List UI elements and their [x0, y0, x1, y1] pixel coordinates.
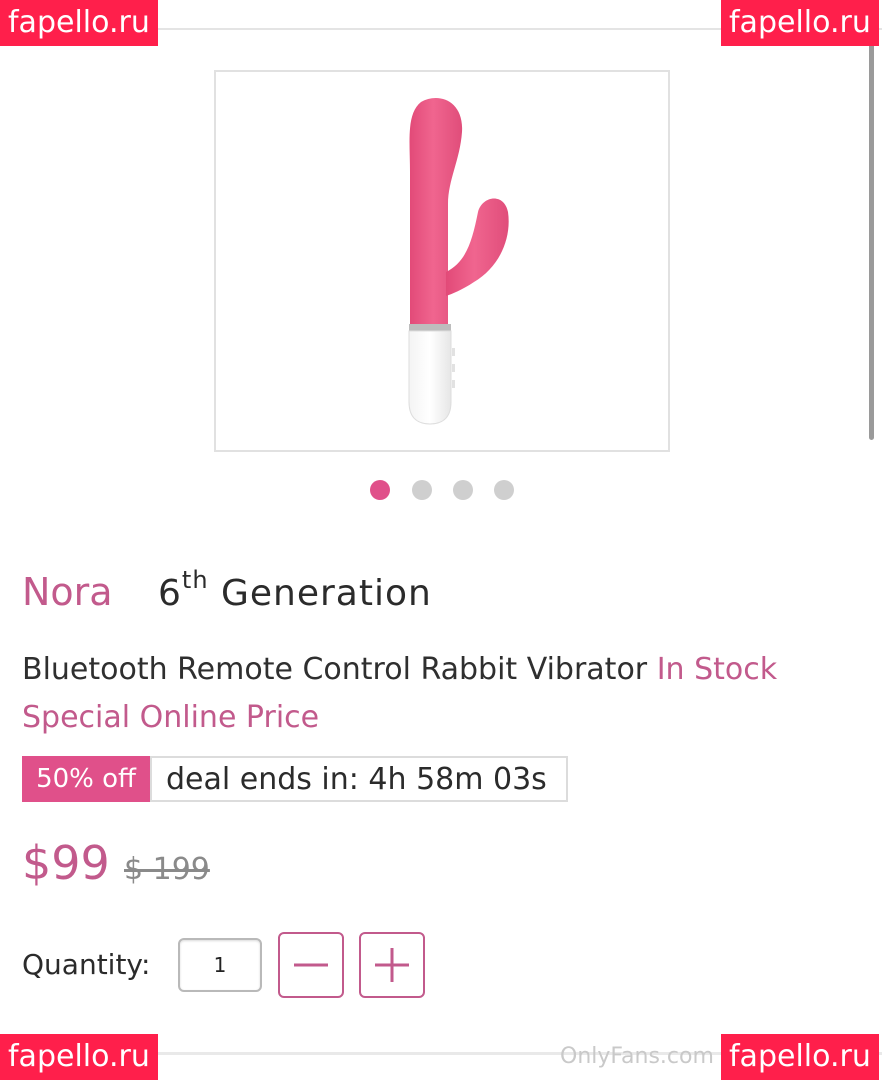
special-price-label: Special Online Price [22, 700, 320, 735]
product-image-frame[interactable] [214, 70, 670, 452]
source-watermark: OnlyFans.com [560, 1044, 714, 1069]
carousel-indicators [370, 480, 520, 502]
quantity-decrement-button[interactable] [278, 932, 344, 998]
plus-icon [375, 948, 409, 982]
current-price: $99 [22, 836, 110, 890]
minus-icon [294, 963, 328, 967]
quantity-increment-button[interactable] [359, 932, 425, 998]
carousel-dot-3[interactable] [453, 480, 473, 500]
quantity-label: Quantity: [22, 948, 151, 981]
product-brand: Nora [22, 570, 113, 614]
page-scrollbar[interactable] [869, 30, 874, 440]
carousel-dot-2[interactable] [412, 480, 432, 500]
generation-word: Generation [220, 573, 432, 614]
product-generation: 6th Generation [158, 566, 432, 614]
stock-status: In Stock [656, 652, 778, 687]
deal-countdown: deal ends in: 4h 58m 03s [150, 756, 568, 802]
carousel-dot-4[interactable] [494, 480, 514, 500]
original-price: $ 199 [124, 852, 210, 887]
discount-badge: 50% off [22, 756, 150, 802]
product-description: Bluetooth Remote Control Rabbit Vibrator [22, 652, 648, 687]
watermark-top-left: fapello.ru [0, 0, 158, 46]
generation-suffix: th [181, 566, 209, 594]
generation-number: 6 [158, 573, 182, 614]
watermark-bottom-left: fapello.ru [0, 1034, 158, 1080]
product-description-block: Bluetooth Remote Control Rabbit Vibrator… [22, 646, 872, 742]
quantity-input[interactable]: 1 [178, 938, 262, 992]
watermark-top-right: fapello.ru [721, 0, 879, 46]
rabbit-vibrator-product-image [408, 97, 509, 425]
watermark-bottom-right: fapello.ru [721, 1034, 879, 1080]
carousel-dot-1[interactable] [370, 480, 390, 500]
